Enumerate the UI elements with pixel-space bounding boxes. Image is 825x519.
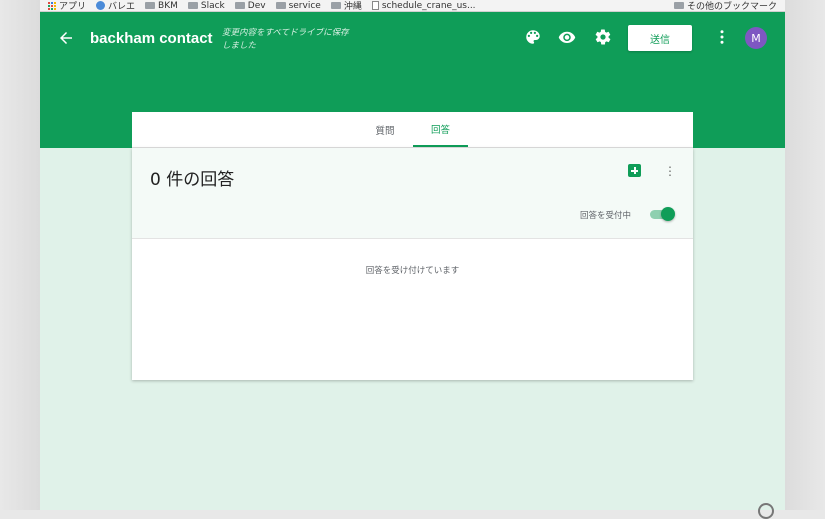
sheets-icon[interactable] — [628, 164, 641, 177]
more-vert-icon[interactable] — [713, 28, 733, 48]
tab-questions[interactable]: 質問 — [360, 112, 410, 147]
bookmark-other[interactable]: その他のブックマーク — [673, 0, 785, 11]
bookmark-apps[interactable]: アプリ — [48, 0, 86, 11]
forms-page: backham contact 変更内容をすべてドライブに保存しました 送信 M… — [40, 12, 785, 510]
folder-icon — [330, 2, 341, 9]
gear-icon[interactable] — [594, 28, 614, 48]
accepting-responses-label: 回答を受付中 — [580, 211, 632, 221]
help-icon[interactable] — [758, 503, 774, 519]
bookmarks-bar: アプリ バレエ BKM Slack Dev service 沖縄 schedul… — [40, 0, 785, 12]
eye-icon[interactable] — [558, 28, 578, 48]
window-shadow-left — [0, 0, 40, 510]
tab-bar: 質問 回答 — [132, 112, 693, 148]
avatar[interactable]: M — [745, 27, 767, 49]
save-status: 変更内容をすべてドライブに保存しました — [222, 28, 349, 51]
response-count: 0 件の回答 — [150, 170, 235, 190]
send-button[interactable]: 送信 — [628, 25, 692, 51]
apps-grid-icon — [48, 1, 56, 10]
folder-icon — [187, 2, 198, 9]
palette-icon[interactable] — [524, 28, 544, 48]
accepting-responses-toggle[interactable] — [648, 207, 676, 221]
bookmark-okinawa[interactable]: 沖縄 — [330, 0, 362, 11]
bookmark-dev[interactable]: Dev — [234, 1, 266, 11]
form-title[interactable]: backham contact — [90, 30, 213, 47]
more-vert-icon[interactable]: ⋮ — [663, 163, 677, 179]
bookmark-ballet[interactable]: バレエ — [96, 0, 135, 11]
window-shadow-right — [785, 0, 825, 510]
responses-card: 0 件の回答 ⋮ 回答を受付中 回答を受け付けています — [132, 148, 693, 380]
bookmark-schedule[interactable]: schedule_crane_us... — [371, 1, 476, 11]
bookmark-bkm[interactable]: BKM — [145, 1, 178, 11]
globe-icon — [96, 1, 106, 10]
back-arrow-icon[interactable] — [57, 29, 75, 47]
folder-icon — [145, 2, 156, 9]
accepting-message: 回答を受け付けています — [365, 266, 460, 276]
folder-icon — [275, 2, 286, 9]
responses-header: 0 件の回答 ⋮ 回答を受付中 — [132, 148, 693, 239]
bookmark-service[interactable]: service — [275, 1, 321, 11]
folder-icon — [673, 2, 684, 9]
document-icon — [371, 1, 379, 10]
bookmark-slack[interactable]: Slack — [187, 1, 225, 11]
folder-icon — [234, 2, 245, 9]
tab-responses[interactable]: 回答 — [413, 112, 468, 147]
